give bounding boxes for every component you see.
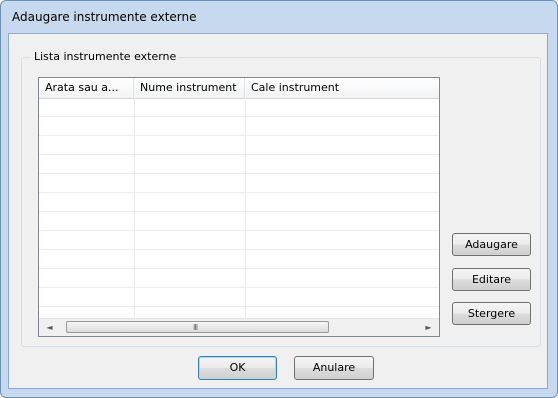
horizontal-scrollbar[interactable]: ◄ III ►: [39, 318, 439, 336]
row-divider: [39, 116, 439, 117]
row-divider: [39, 211, 439, 212]
column-divider: [134, 98, 135, 319]
delete-button[interactable]: Stergere: [452, 302, 531, 325]
row-divider: [39, 306, 439, 307]
row-divider: [39, 287, 439, 288]
ok-button[interactable]: OK: [198, 356, 277, 380]
scroll-thumb[interactable]: III: [66, 321, 329, 333]
row-divider: [39, 173, 439, 174]
list-header: Arata sau a... Nume instrument Cale inst…: [39, 78, 439, 99]
row-divider: [39, 249, 439, 250]
add-button[interactable]: Adaugare: [452, 233, 531, 256]
scroll-left-arrow-icon[interactable]: ◄: [41, 319, 58, 336]
scroll-right-arrow-icon[interactable]: ►: [420, 319, 437, 336]
row-divider: [39, 192, 439, 193]
scroll-grip-icon: III: [193, 323, 198, 332]
external-tools-list[interactable]: Arata sau a... Nume instrument Cale inst…: [38, 77, 440, 337]
window-title: Adaugare instrumente externe: [12, 10, 197, 24]
column-header-show[interactable]: Arata sau a...: [39, 78, 134, 98]
cancel-button[interactable]: Anulare: [294, 356, 374, 380]
row-divider: [39, 154, 439, 155]
row-divider: [39, 135, 439, 136]
column-header-tool-path[interactable]: Cale instrument: [245, 78, 439, 98]
column-header-tool-name[interactable]: Nume instrument: [134, 78, 245, 98]
row-divider: [39, 268, 439, 269]
column-divider: [245, 98, 246, 319]
list-body[interactable]: [39, 98, 439, 319]
edit-button[interactable]: Editare: [452, 268, 531, 291]
groupbox-label: Lista instrumente externe: [31, 50, 180, 63]
row-divider: [39, 230, 439, 231]
